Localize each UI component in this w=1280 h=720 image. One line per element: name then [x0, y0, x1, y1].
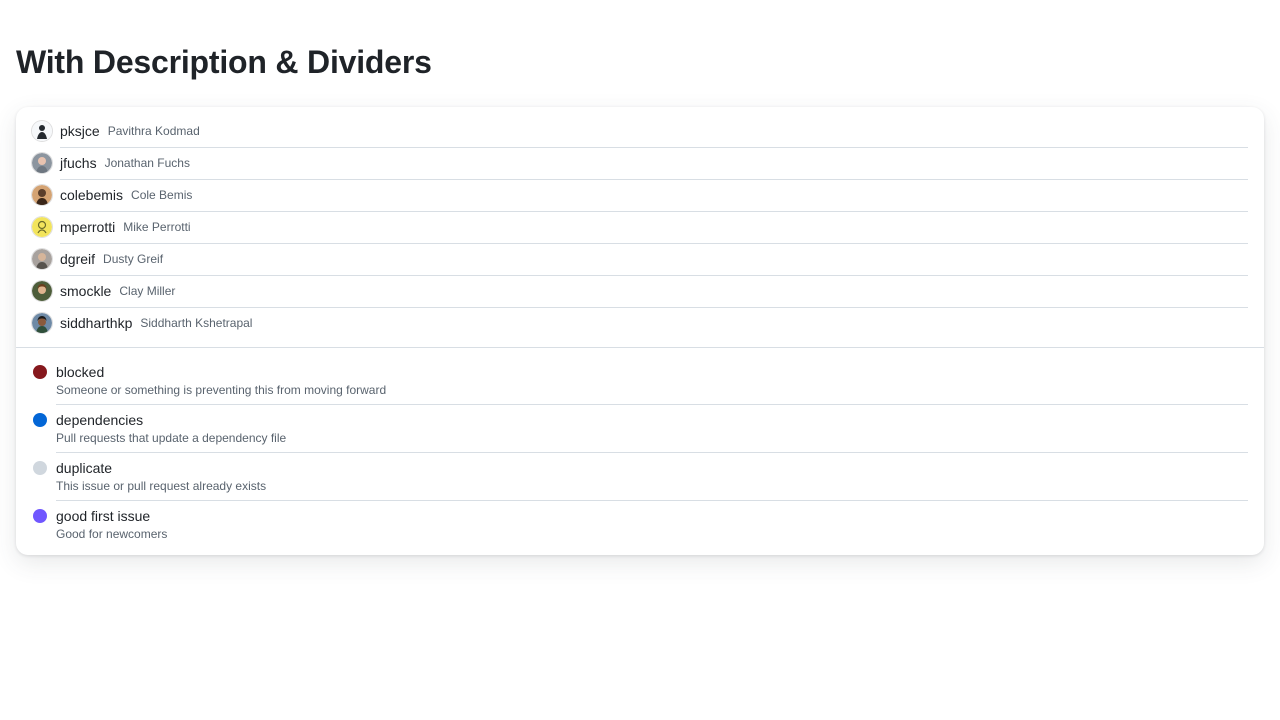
label-color-dot-icon	[33, 365, 47, 379]
user-item-smockle[interactable]: smockle Clay Miller	[16, 275, 1264, 307]
label-text: good first issue Good for newcomers	[56, 500, 167, 543]
user-fullname: Dusty Greif	[103, 252, 164, 266]
label-description: This issue or pull request already exist…	[56, 479, 267, 493]
avatar-siddharthkp-icon	[32, 313, 52, 333]
user-login: dgreif	[60, 251, 96, 267]
label-item-good-first-issue[interactable]: good first issue Good for newcomers	[16, 500, 1264, 548]
label-color-dot-icon	[33, 509, 47, 523]
avatar-colebemis-icon	[32, 185, 52, 205]
page-title: With Description & Dividers	[16, 44, 432, 80]
avatar-smockle-icon	[32, 281, 52, 301]
user-item-colebemis[interactable]: colebemis Cole Bemis	[16, 179, 1264, 211]
avatar-jfuchs-icon	[32, 153, 52, 173]
label-description: Someone or something is preventing this …	[56, 383, 387, 397]
action-list-card: pksjce Pavithra Kodmad jfuchs Jonathan F…	[16, 107, 1264, 555]
avatar-pksjce-icon	[32, 121, 52, 141]
user-fullname: Siddharth Kshetrapal	[140, 316, 253, 330]
user-login: colebemis	[60, 187, 124, 203]
user-item-siddharthkp[interactable]: siddharthkp Siddharth Kshetrapal	[16, 307, 1264, 339]
user-item-mperrotti[interactable]: mperrotti Mike Perrotti	[16, 211, 1264, 243]
user-login: smockle	[60, 283, 112, 299]
label-name: good first issue	[56, 508, 151, 524]
label-item-duplicate[interactable]: duplicate This issue or pull request alr…	[16, 452, 1264, 500]
label-text: dependencies Pull requests that update a…	[56, 404, 286, 447]
user-login: siddharthkp	[60, 315, 133, 331]
label-color-dot-icon	[33, 461, 47, 475]
user-fullname: Clay Miller	[119, 284, 176, 298]
user-item-jfuchs[interactable]: jfuchs Jonathan Fuchs	[16, 147, 1264, 179]
label-color-dot-icon	[33, 413, 47, 427]
label-item-blocked[interactable]: blocked Someone or something is preventi…	[16, 356, 1264, 404]
user-item-pksjce[interactable]: pksjce Pavithra Kodmad	[16, 115, 1264, 147]
user-login: pksjce	[60, 123, 100, 139]
user-fullname: Jonathan Fuchs	[104, 156, 190, 170]
label-text: duplicate This issue or pull request alr…	[56, 452, 266, 495]
user-login: mperrotti	[60, 219, 116, 235]
user-list: pksjce Pavithra Kodmad jfuchs Jonathan F…	[16, 107, 1264, 347]
label-description: Pull requests that update a dependency f…	[56, 431, 287, 445]
label-name: dependencies	[56, 412, 144, 428]
label-name: blocked	[56, 364, 105, 380]
user-fullname: Mike Perrotti	[123, 220, 191, 234]
label-description: Good for newcomers	[56, 527, 168, 541]
user-item-dgreif[interactable]: dgreif Dusty Greif	[16, 243, 1264, 275]
user-fullname: Cole Bemis	[131, 188, 193, 202]
label-text: blocked Someone or something is preventi…	[56, 356, 386, 399]
user-fullname: Pavithra Kodmad	[107, 124, 200, 138]
avatar-mperrotti-icon	[32, 217, 52, 237]
avatar-dgreif-icon	[32, 249, 52, 269]
label-list: blocked Someone or something is preventi…	[16, 348, 1264, 555]
label-item-dependencies[interactable]: dependencies Pull requests that update a…	[16, 404, 1264, 452]
label-name: duplicate	[56, 460, 113, 476]
user-login: jfuchs	[60, 155, 97, 171]
